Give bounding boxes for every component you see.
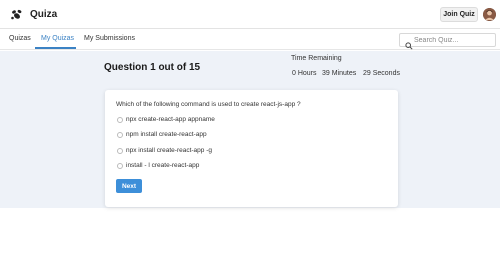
- search-input[interactable]: [414, 35, 494, 46]
- answer-option-label: npx create-react-app appname: [126, 116, 215, 123]
- user-avatar[interactable]: [483, 8, 496, 21]
- top-bar: Quiza Join Quiz: [0, 0, 500, 29]
- answer-option-label: npx install create-react-app -g: [126, 147, 212, 154]
- radio-button[interactable]: [117, 131, 123, 138]
- radio-button[interactable]: [117, 116, 123, 123]
- time-remaining-label: Time Remaining: [291, 55, 342, 62]
- answer-option[interactable]: npm install create-react-app: [117, 130, 207, 139]
- question-text: Which of the following command is used t…: [116, 101, 301, 108]
- time-seconds: 29 Seconds: [363, 70, 400, 77]
- active-tab-indicator: [35, 47, 76, 49]
- answer-option-label: npm install create-react-app: [126, 131, 207, 138]
- app-name: Quiza: [30, 9, 58, 20]
- radio-button[interactable]: [117, 147, 123, 154]
- answer-option-label: install - l create-react-app: [126, 162, 200, 169]
- tab-quizas[interactable]: Quizas: [9, 35, 31, 42]
- tab-my-submissions[interactable]: My Submissions: [84, 35, 135, 42]
- nav-bar: Quizas My Quizas My Submissions: [0, 29, 500, 50]
- answer-option[interactable]: install - l create-react-app: [117, 161, 199, 170]
- time-hours: 0 Hours: [292, 70, 317, 77]
- search-icon: [405, 37, 413, 50]
- answer-option[interactable]: npx install create-react-app -g: [117, 146, 212, 155]
- bee-logo-icon: [10, 8, 23, 21]
- search-box[interactable]: [399, 33, 496, 50]
- time-minutes: 39 Minutes: [322, 70, 357, 77]
- radio-button[interactable]: [117, 162, 123, 169]
- answer-option[interactable]: npx create-react-app appname: [117, 115, 215, 124]
- next-button[interactable]: Next: [116, 179, 142, 193]
- question-counter: Question 1 out of 15: [104, 62, 201, 73]
- tab-my-quizas[interactable]: My Quizas: [41, 35, 74, 42]
- join-quiz-button[interactable]: Join Quiz: [440, 7, 478, 22]
